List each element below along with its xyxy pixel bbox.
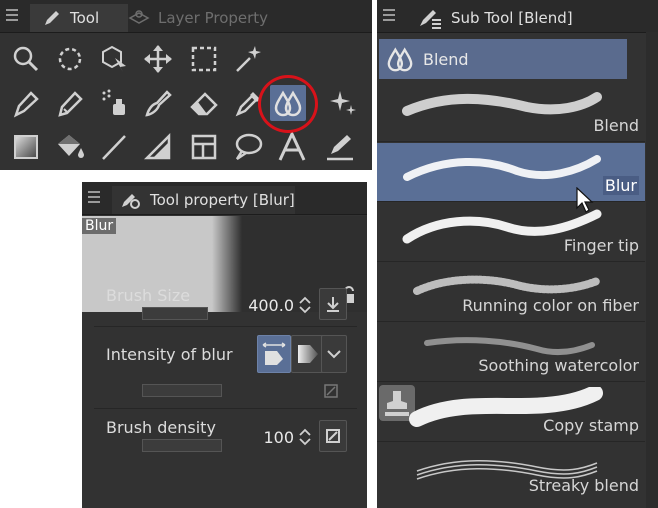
gradient-mode-icon (298, 345, 318, 363)
panel-menu-icon[interactable] (88, 191, 100, 203)
mouse-cursor-icon (576, 187, 594, 213)
tool-property-title: Tool property [Blur] (150, 191, 295, 209)
brush-icon[interactable] (140, 85, 176, 121)
decoration-icon[interactable] (326, 85, 362, 121)
intensity-label: Intensity of blur (106, 345, 233, 364)
rotate-icon[interactable] (52, 41, 88, 77)
line-icon[interactable] (96, 129, 132, 165)
auto-select-icon[interactable] (230, 41, 266, 77)
sub-tool-header: Sub Tool [Blend] (377, 0, 658, 33)
sub-tool-label: Running color on fiber (462, 296, 639, 315)
intensity-slider[interactable] (142, 384, 222, 397)
pressure-icon (326, 429, 340, 443)
sub-tool-scrollbar[interactable] (646, 32, 658, 508)
intensity-dropdown-button[interactable] (321, 335, 347, 373)
blend-stroke-preview (402, 92, 602, 116)
brush-size-value[interactable]: 400.0 (222, 296, 294, 315)
tool-property-panel: Tool property [Blur] Blur Brush Size 400… (82, 182, 367, 508)
sub-tool-icon (420, 10, 441, 29)
tool-panel: Tool Layer Property (0, 0, 372, 170)
brush-density-spinner-icon[interactable] (298, 427, 312, 447)
sub-tool-group-label: Blend (423, 49, 469, 69)
airbrush-icon[interactable] (96, 85, 132, 121)
brush-size-label: Brush Size (106, 286, 191, 305)
zoom-icon[interactable] (8, 41, 44, 77)
tool-property-icon (122, 194, 140, 209)
frame-icon[interactable] (186, 129, 222, 165)
blur-stroke-preview (403, 155, 601, 181)
sub-tool-item[interactable]: Copy stamp (377, 383, 645, 442)
panel-menu-icon[interactable] (383, 9, 395, 21)
move-icon[interactable] (140, 41, 176, 77)
blend-group-icon (387, 47, 413, 72)
tab-tool[interactable]: Tool (30, 4, 128, 32)
tab-sub-tool[interactable]: Sub Tool [Blend] (407, 4, 573, 32)
pen-tab-icon (45, 11, 59, 25)
tab-layer-property[interactable]: Layer Property (122, 4, 268, 32)
brush-size-pressure-button[interactable] (319, 288, 347, 320)
sub-tool-item[interactable]: Running color on fiber (377, 263, 645, 322)
panel-menu-icon[interactable] (6, 9, 18, 21)
sub-tool-item[interactable]: Streaky blend (377, 443, 645, 501)
tab-tool-property[interactable]: Tool property [Blur] (112, 186, 295, 214)
chevron-down-icon (327, 350, 341, 359)
sub-tool-label: Streaky blend (528, 476, 639, 495)
brush-size-spinner-icon[interactable] (298, 295, 312, 315)
intensity-mode-1-button[interactable] (257, 335, 291, 373)
layer-property-icon (128, 10, 150, 24)
pen-icon[interactable] (8, 85, 44, 121)
sub-tool-label: Blend (593, 116, 639, 135)
sub-tool-label: Copy stamp (543, 416, 639, 435)
object-icon[interactable] (96, 41, 132, 77)
sub-tool-group-blend[interactable]: Blend (379, 39, 627, 79)
intensity-mode-2-button[interactable] (291, 335, 325, 373)
tab-layer-property-label: Layer Property (158, 9, 269, 27)
brush-density-label: Brush density (106, 418, 216, 437)
sub-tool-item[interactable]: Blend (377, 83, 645, 142)
correct-line-icon[interactable] (322, 129, 358, 165)
eraser-icon[interactable] (186, 85, 222, 121)
tab-tool-label: Tool (70, 9, 100, 27)
gradient-icon[interactable] (8, 129, 44, 165)
brush-density-value[interactable]: 100 (242, 428, 294, 447)
pressure-off-icon[interactable] (324, 384, 338, 398)
sub-tool-item[interactable]: Finger tip (377, 203, 645, 262)
sub-tool-panel: Sub Tool [Blend] Blend Blend Blur Finger… (377, 0, 658, 508)
tool-panel-header: Tool Layer Property (0, 0, 372, 33)
sub-tool-title: Sub Tool [Blend] (451, 9, 573, 27)
brush-density-slider[interactable] (142, 439, 222, 452)
preview-tag: Blur (82, 218, 117, 234)
download-arrow-icon (327, 297, 339, 312)
tool-property-header: Tool property [Blur] (82, 182, 367, 215)
highlight-ring (258, 75, 318, 133)
sub-tool-label: Soothing watercolor (478, 356, 639, 375)
brush-size-slider[interactable] (142, 307, 208, 320)
sub-tool-label: Blur (602, 176, 639, 195)
pencil-icon[interactable] (52, 85, 88, 121)
sub-tool-label: Finger tip (563, 236, 639, 255)
selection-icon[interactable] (186, 41, 222, 77)
sub-tool-item[interactable]: Soothing watercolor (377, 323, 645, 382)
blur-mode-icon (262, 342, 286, 365)
ruler-icon[interactable] (140, 129, 176, 165)
brush-density-pressure-button[interactable] (319, 420, 347, 452)
sub-tool-item-selected[interactable]: Blur (377, 143, 645, 202)
text-icon[interactable] (274, 129, 310, 165)
balloon-icon[interactable] (230, 129, 266, 165)
fill-icon[interactable] (52, 129, 88, 165)
